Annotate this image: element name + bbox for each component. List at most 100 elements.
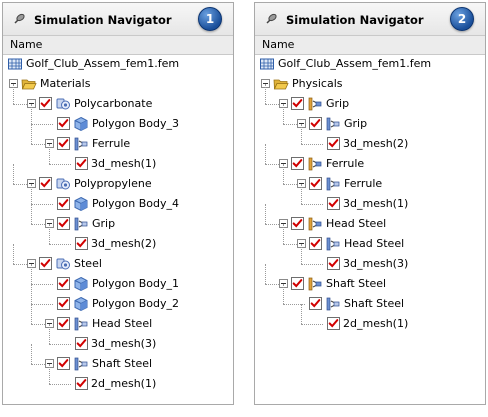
visibility-checkbox[interactable] xyxy=(39,257,52,270)
tree-connector xyxy=(283,124,297,125)
visibility-checkbox[interactable] xyxy=(57,297,70,310)
visibility-checkbox[interactable] xyxy=(327,137,340,150)
visibility-checkbox[interactable] xyxy=(309,297,322,310)
checkmark-icon xyxy=(310,119,321,128)
tree-node-row[interactable]: Physicals xyxy=(255,74,485,94)
tree-node-row[interactable]: Head Steel xyxy=(255,224,485,254)
tree-connector xyxy=(49,324,50,344)
visibility-checkbox[interactable] xyxy=(309,177,322,190)
visibility-checkbox[interactable] xyxy=(57,317,70,330)
simulation-navigator-panel-1: Simulation Navigator 1 Name Golf_Club_As… xyxy=(2,2,234,405)
tree-node-row[interactable]: Polygon Body_1 xyxy=(3,264,233,294)
tree-connector xyxy=(283,284,284,304)
visibility-checkbox[interactable] xyxy=(327,197,340,210)
tree-node-label: 3d_mesh(1) xyxy=(91,157,157,170)
visibility-checkbox[interactable] xyxy=(75,337,88,350)
visibility-checkbox[interactable] xyxy=(327,317,340,330)
checkmark-icon xyxy=(58,359,69,368)
visibility-checkbox[interactable] xyxy=(291,277,304,290)
physical-property-icon xyxy=(307,96,323,112)
tree-connector xyxy=(265,164,279,165)
visibility-checkbox[interactable] xyxy=(291,157,304,170)
checkmark-icon xyxy=(58,279,69,288)
tree-node-row[interactable]: Shaft Steel xyxy=(255,264,485,294)
tree-node-row[interactable]: Ferrule xyxy=(3,124,233,154)
tree-node-label: 3d_mesh(2) xyxy=(343,137,409,150)
tree-node-row[interactable]: Grip xyxy=(255,104,485,134)
tree-node-row[interactable]: 3d_mesh(1) xyxy=(255,184,485,214)
tree-node-row[interactable]: Polypropylene xyxy=(3,164,233,194)
tree-node-row[interactable]: Ferrule xyxy=(255,144,485,174)
tree-node-row[interactable]: Shaft Steel xyxy=(3,344,233,374)
visibility-checkbox[interactable] xyxy=(75,157,88,170)
tree-node-row[interactable]: Polygon Body_4 xyxy=(3,184,233,214)
tree-node-row[interactable]: Steel xyxy=(3,244,233,274)
mesh-collector-icon xyxy=(73,316,89,332)
tree-node-label: Shaft Steel xyxy=(344,297,405,310)
tree-node-label: Ferrule xyxy=(344,177,383,190)
checkmark-icon xyxy=(328,139,339,148)
tree-node-row[interactable]: 3d_mesh(2) xyxy=(3,224,233,254)
visibility-checkbox[interactable] xyxy=(327,257,340,270)
visibility-checkbox[interactable] xyxy=(309,237,322,250)
visibility-checkbox[interactable] xyxy=(291,97,304,110)
tree-node-row[interactable]: Polycarbonate xyxy=(3,84,233,114)
tree-node-row[interactable]: Grip xyxy=(255,84,485,114)
checkmark-icon xyxy=(76,239,87,248)
checkmark-icon xyxy=(292,279,303,288)
fem-file-icon xyxy=(7,56,23,72)
pin-icon[interactable] xyxy=(12,12,26,26)
tree-node-row[interactable]: 3d_mesh(3) xyxy=(255,244,485,274)
tree-node-row[interactable]: 3d_mesh(3) xyxy=(3,324,233,354)
navigator-tree: Golf_Club_Assem_fem1.fem Materials Polycar… xyxy=(3,54,233,404)
name-column-header[interactable]: Name xyxy=(255,35,485,55)
tree-node-label: Head Steel xyxy=(344,237,405,250)
visibility-checkbox[interactable] xyxy=(57,217,70,230)
visibility-checkbox[interactable] xyxy=(39,177,52,190)
visibility-checkbox[interactable] xyxy=(291,217,304,230)
material-icon xyxy=(55,176,71,192)
checkmark-icon xyxy=(328,259,339,268)
pin-icon[interactable] xyxy=(264,12,278,26)
visibility-checkbox[interactable] xyxy=(75,377,88,390)
tree-connector xyxy=(49,244,71,245)
tree-connector xyxy=(265,224,279,225)
mesh-collector-icon xyxy=(325,116,341,132)
visibility-checkbox[interactable] xyxy=(57,277,70,290)
tree-node-label: Polygon Body_1 xyxy=(92,277,179,290)
name-column-header[interactable]: Name xyxy=(3,35,233,55)
visibility-checkbox[interactable] xyxy=(57,117,70,130)
tree-node-label: Golf_Club_Assem_fem1.fem xyxy=(26,57,180,70)
tree-connector xyxy=(301,204,323,205)
tree-connector xyxy=(265,284,279,285)
tree-node-row[interactable]: Ferrule xyxy=(255,164,485,194)
checkmark-icon xyxy=(328,319,339,328)
tree-node-row[interactable]: Head Steel xyxy=(3,304,233,334)
visibility-checkbox[interactable] xyxy=(57,197,70,210)
tree-node-row[interactable]: 3d_mesh(1) xyxy=(3,144,233,174)
tree-node-row[interactable]: Grip xyxy=(3,204,233,234)
tree-node-row[interactable]: Shaft Steel xyxy=(255,284,485,314)
tree-node-row[interactable]: Materials xyxy=(3,74,233,94)
tree-root-row[interactable]: Golf_Club_Assem_fem1.fem xyxy=(3,54,233,74)
checkmark-icon xyxy=(310,239,321,248)
tree-root-row[interactable]: Golf_Club_Assem_fem1.fem xyxy=(255,54,485,74)
tree-node-row[interactable]: 2d_mesh(1) xyxy=(255,304,485,334)
visibility-checkbox[interactable] xyxy=(39,97,52,110)
visibility-checkbox[interactable] xyxy=(57,357,70,370)
tree-node-row[interactable]: 3d_mesh(2) xyxy=(255,124,485,154)
checkmark-icon xyxy=(310,179,321,188)
tree-node-row[interactable]: Head Steel xyxy=(255,204,485,234)
visibility-checkbox[interactable] xyxy=(75,237,88,250)
tree-connector xyxy=(265,84,266,104)
tree-node-row[interactable]: Polygon Body_3 xyxy=(3,104,233,134)
tree-node-label: Physicals xyxy=(292,77,343,90)
step-badge: 2 xyxy=(450,7,474,31)
visibility-checkbox[interactable] xyxy=(57,137,70,150)
tree-node-row[interactable]: 2d_mesh(1) xyxy=(3,364,233,394)
column-header-label: Name xyxy=(262,38,295,51)
checkmark-icon xyxy=(292,159,303,168)
visibility-checkbox[interactable] xyxy=(309,117,322,130)
tree-node-row[interactable]: Polygon Body_2 xyxy=(3,284,233,314)
tree-connector xyxy=(301,244,302,264)
